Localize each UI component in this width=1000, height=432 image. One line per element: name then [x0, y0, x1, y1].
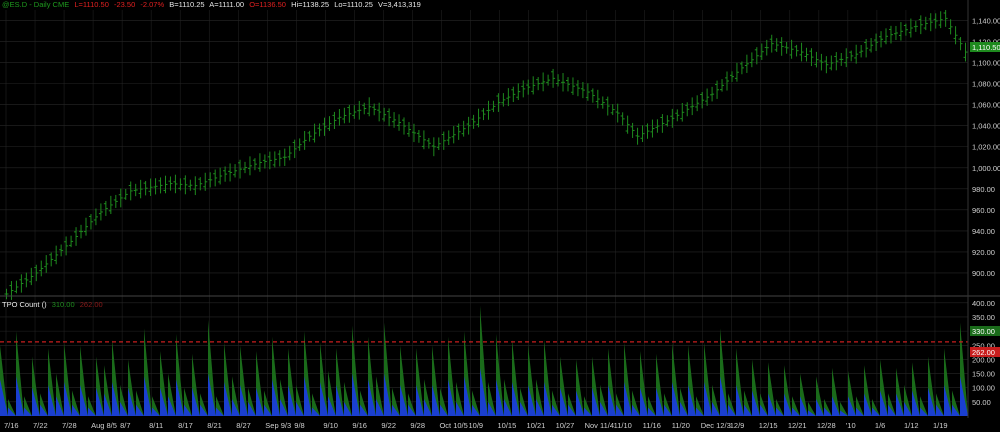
price-tick-label: 1,020.00 — [972, 143, 1000, 152]
price-tick-label: 1,140.00 — [972, 17, 1000, 26]
price-tick-label: 1,080.00 — [972, 80, 1000, 89]
ask-price: A=1111.00 — [209, 0, 245, 9]
subchart-value-red: 262.00 — [79, 300, 103, 309]
time-tick-label: 11/10 — [614, 421, 632, 430]
time-tick-label: 9/28 — [410, 421, 425, 430]
time-tick-label: Nov 11/4 — [585, 421, 614, 430]
time-tick-label: 10/9 — [468, 421, 483, 430]
time-tick-label: 8/11 — [149, 421, 163, 430]
time-tick-label: 7/28 — [62, 421, 77, 430]
open-price: O=1136.50 — [249, 0, 286, 9]
tpo-tick-label: 50.00 — [972, 398, 991, 407]
time-tick-label: 10/15 — [498, 421, 517, 430]
time-tick-label: 7/16 — [4, 421, 19, 430]
price-badge: 1,110.50 — [970, 42, 1000, 52]
price-tick-label: 1,100.00 — [972, 59, 1000, 68]
time-tick-label: 10/21 — [527, 421, 546, 430]
time-tick-label: 11/20 — [672, 421, 690, 430]
price-tick-label: 940.00 — [972, 227, 995, 236]
time-tick-label: 9/22 — [381, 421, 396, 430]
time-tick-label: 7/22 — [33, 421, 48, 430]
time-tick-label: 9/8 — [294, 421, 304, 430]
bid-price: B=1110.25 — [169, 0, 205, 9]
time-tick-label: '10 — [846, 421, 856, 430]
time-tick-label: 8/21 — [207, 421, 222, 430]
low-price: Lo=1110.25 — [334, 0, 373, 9]
time-tick-label: 9/16 — [352, 421, 367, 430]
symbol-label[interactable]: @ES.D - Daily CME — [2, 0, 69, 9]
net-change: -23.50 — [113, 0, 136, 9]
tpo-green-badge: 330.00 — [970, 326, 1000, 336]
price-tick-label: 1,060.00 — [972, 101, 1000, 110]
chart-header: @ES.D - Daily CME L=1110.50 -23.50 -2.07… — [2, 0, 424, 9]
tpo-tick-label: 100.00 — [972, 384, 995, 393]
chart-area[interactable]: 900.00 920.00 940.00 960.00 980.00 1,000.00 1,… — [0, 0, 1000, 432]
tpo-tick-label: 150.00 — [972, 370, 995, 379]
tpo-tick-label: 400.00 — [972, 299, 995, 308]
price-tick-label: 1,040.00 — [972, 122, 1000, 131]
time-tick-label: 12/21 — [788, 421, 807, 430]
price-tick-label: 900.00 — [972, 269, 995, 278]
time-tick-label: 12/9 — [730, 421, 745, 430]
time-tick-label: 1/12 — [904, 421, 919, 430]
time-tick-label: Aug 8/5 — [91, 421, 117, 430]
time-tick-label: 9/10 — [323, 421, 338, 430]
percent-change: -2.07% — [140, 0, 165, 9]
time-tick-label: Sep 9/3 — [265, 421, 291, 430]
time-tick-label: 1/19 — [933, 421, 948, 430]
svg-text:1,110.50: 1,110.50 — [972, 43, 1000, 52]
price-tick-label: 960.00 — [972, 206, 995, 215]
subchart-header: TPO Count () 310.00 262.00 — [2, 300, 106, 309]
time-tick-label: Dec 12/3 — [701, 421, 731, 430]
time-tick-label: 8/7 — [120, 421, 130, 430]
tpo-red-badge: 262.00 — [970, 347, 1000, 357]
high-price: Hi=1138.25 — [291, 0, 330, 9]
tpo-tick-label: 350.00 — [972, 313, 995, 322]
svg-text:330.00: 330.00 — [972, 327, 995, 336]
volume: V=3,413,319 — [378, 0, 421, 9]
time-tick-label: 11/16 — [643, 421, 661, 430]
time-tick-label: Oct 10/5 — [439, 421, 467, 430]
subchart-value-green: 310.00 — [51, 300, 75, 309]
subchart-title[interactable]: TPO Count () — [2, 300, 47, 309]
time-tick-label: 12/28 — [817, 421, 836, 430]
time-tick-label: 12/15 — [759, 421, 778, 430]
time-tick-label: 8/27 — [236, 421, 251, 430]
svg-text:262.00: 262.00 — [972, 348, 995, 357]
last-price: L=1110.50 — [74, 0, 109, 9]
price-tick-label: 1,000.00 — [972, 164, 1000, 173]
price-tick-label: 920.00 — [972, 248, 995, 257]
time-tick-label: 8/17 — [178, 421, 193, 430]
price-tick-label: 980.00 — [972, 185, 995, 194]
time-tick-label: 10/27 — [556, 421, 575, 430]
time-tick-label: 1/6 — [875, 421, 885, 430]
